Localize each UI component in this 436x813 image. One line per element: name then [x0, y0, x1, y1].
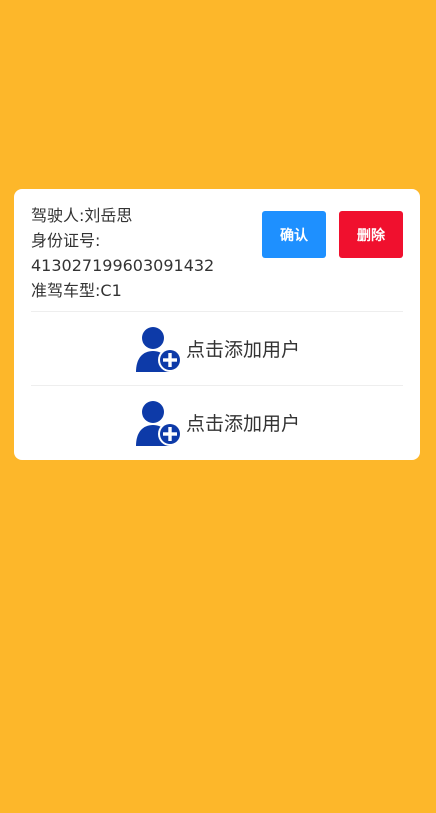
driver-info: 驾驶人:刘岳思 身份证号: 413027199603091432 准驾车型:C1 [31, 203, 261, 303]
add-user-row-1[interactable]: 点击添加用户 [14, 312, 420, 385]
add-user-icon [135, 400, 182, 446]
delete-button[interactable]: 删除 [339, 211, 403, 258]
add-user-label: 点击添加用户 [185, 413, 300, 435]
add-user-label: 点击添加用户 [185, 339, 300, 361]
add-user-icon [135, 326, 182, 372]
id-number-value: 413027199603091432 [31, 256, 215, 275]
driver-card: 驾驶人:刘岳思 身份证号: 413027199603091432 准驾车型:C1… [14, 189, 420, 460]
confirm-button[interactable]: 确认 [262, 211, 326, 258]
driver-name: 驾驶人:刘岳思 [31, 206, 133, 225]
license-type: 准驾车型:C1 [31, 281, 122, 300]
add-user-row-2[interactable]: 点击添加用户 [14, 386, 420, 459]
id-number-label: 身份证号: [31, 231, 101, 250]
